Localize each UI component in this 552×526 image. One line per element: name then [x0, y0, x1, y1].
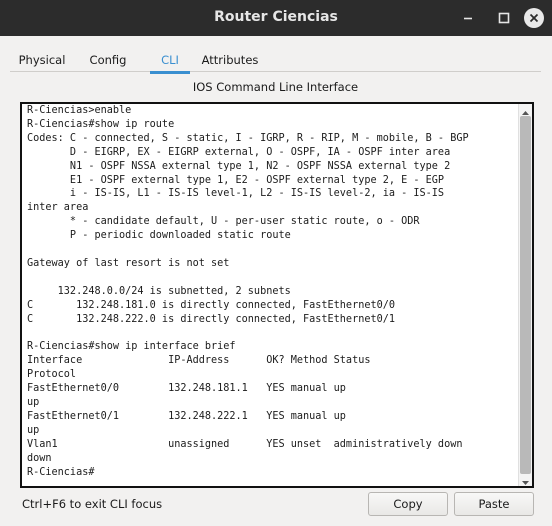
tab-cli[interactable]: CLI — [150, 48, 190, 74]
terminal-line: C 132.248.181.0 is directly connected, F… — [27, 299, 396, 311]
terminal-scrollbar[interactable] — [518, 104, 532, 486]
tab-cli-label: CLI — [161, 53, 179, 67]
terminal-line: Protocol — [27, 369, 77, 381]
cli-focus-hint: Ctrl+F6 to exit CLI focus — [22, 497, 163, 511]
terminal-line: inter area — [27, 202, 89, 214]
cli-terminal[interactable]: R-Ciencias>enable R-Ciencias#show ip rout… — [20, 102, 534, 488]
terminal-line: Vlan1 unassigned YES unset administrativ… — [27, 438, 463, 450]
terminal-line: up — [27, 397, 40, 409]
scroll-up-arrow-icon[interactable] — [519, 104, 532, 116]
cli-header: IOS Command Line Interface — [192, 80, 359, 94]
terminal-line: i - IS-IS, L1 - IS-IS level-1, L2 - IS-I… — [27, 188, 445, 200]
terminal-line: R-Ciencias#show ip interface brief — [27, 341, 236, 353]
terminal-line: Gateway of last resort is not set — [27, 257, 230, 269]
terminal-line: P - periodic downloaded static route — [27, 230, 291, 242]
terminal-line: down — [27, 452, 52, 464]
terminal-line: E1 - OSPF external type 1, E2 - OSPF ext… — [27, 174, 445, 186]
terminal-line: Interface IP-Address OK? Method Status — [27, 355, 371, 367]
scroll-down-arrow-icon[interactable] — [519, 474, 532, 486]
terminal-line: Codes: C - connected, S - static, I - IG… — [27, 132, 469, 144]
maximize-icon[interactable] — [494, 8, 514, 28]
terminal-line: FastEthernet0/1 132.248.222.1 YES manual… — [27, 410, 346, 422]
paste-button[interactable]: Paste — [454, 492, 534, 516]
tab-physical[interactable]: Physical — [12, 48, 72, 72]
terminal-line: * - candidate default, U - per-user stat… — [27, 216, 420, 228]
active-tab-indicator — [150, 71, 190, 74]
copy-button[interactable]: Copy — [368, 492, 448, 516]
terminal-output[interactable]: R-Ciencias>enable R-Ciencias#show ip rout… — [27, 104, 517, 484]
terminal-line: up — [27, 424, 40, 436]
tab-bar: Physical Config CLI Attributes — [10, 48, 541, 74]
terminal-line: R-Ciencias>enable — [27, 105, 132, 116]
terminal-line: R-Ciencias# — [27, 466, 95, 478]
terminal-line: 132.248.0.0/24 is subnetted, 2 subnets — [27, 285, 291, 297]
tab-attributes[interactable]: Attributes — [192, 48, 268, 72]
close-icon[interactable] — [524, 8, 544, 28]
terminal-line: FastEthernet0/0 132.248.181.1 YES manual… — [27, 383, 346, 395]
title-bar: Router Ciencias — [0, 0, 552, 36]
scrollbar-thumb[interactable] — [520, 116, 531, 474]
terminal-line: R-Ciencias#show ip route — [27, 118, 175, 130]
terminal-line: N1 - OSPF NSSA external type 1, N2 - OSP… — [27, 160, 451, 172]
terminal-line: D - EIGRP, EX - EIGRP external, O - OSPF… — [27, 146, 451, 158]
terminal-line: C 132.248.222.0 is directly connected, F… — [27, 313, 396, 325]
minimize-icon[interactable] — [458, 8, 478, 28]
tab-config[interactable]: Config — [82, 48, 134, 72]
